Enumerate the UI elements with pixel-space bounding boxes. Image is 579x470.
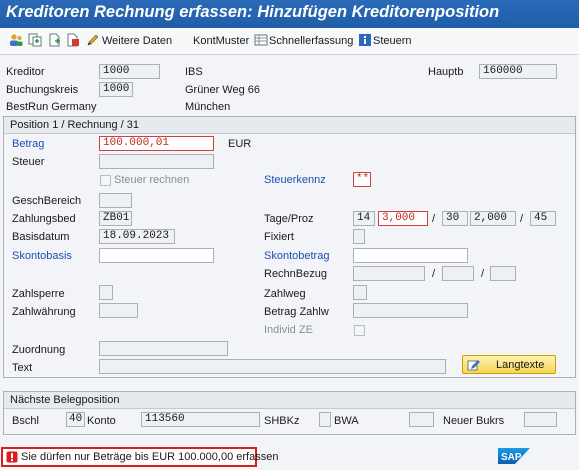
schnellerfassung-button[interactable]: Schnellerfassung (269, 35, 353, 47)
proz2-field[interactable]: 2,000 (470, 211, 516, 226)
kontmuster-button[interactable]: KontMuster (193, 35, 249, 47)
fixiert-label: Fixiert (264, 231, 294, 243)
kreditor-name: IBS (185, 66, 203, 78)
zahlweg-label: Zahlweg (264, 288, 306, 300)
individ-ze-checkbox[interactable] (354, 325, 365, 336)
bwa-label: BWA (334, 415, 359, 427)
zahlsperre-field[interactable] (99, 285, 113, 300)
kreditor-field[interactable]: 1000 (99, 64, 160, 79)
application-toolbar: Weitere Daten KontMuster Schnellerfassun… (0, 28, 579, 55)
people-icon[interactable] (9, 33, 23, 47)
skontobasis-label: Skontobasis (12, 250, 72, 262)
proz1-input[interactable]: 3,000 (378, 211, 428, 226)
hauptb-field[interactable]: 160000 (479, 64, 557, 79)
rechnbezug-field[interactable] (353, 266, 425, 281)
position-group-title: Position 1 / Rechnung / 31 (4, 117, 575, 134)
buchungskreis-field[interactable]: 1000 (99, 82, 133, 97)
steuern-button[interactable]: Steuern (373, 35, 412, 47)
konto-label: Konto (87, 415, 116, 427)
bwa-field[interactable] (409, 412, 434, 427)
skontobetrag-label: Skontobetrag (264, 250, 330, 262)
rechnbezug-year-field[interactable] (442, 266, 474, 281)
sap-logo: SAP (498, 448, 530, 464)
steuer-rechnen-label: Steuer rechnen (114, 174, 190, 186)
window-title: Kreditoren Rechnung erfassen: Hinzufügen… (6, 3, 500, 21)
vendor-street: Grüner Weg 66 (185, 84, 261, 96)
shbkz-field[interactable] (319, 412, 331, 427)
tage1-field[interactable]: 14 (353, 211, 375, 226)
text-label: Text (12, 362, 33, 374)
zuordnung-label: Zuordnung (12, 344, 66, 356)
copy-document-icon[interactable] (28, 33, 42, 47)
skontobasis-input[interactable] (99, 248, 214, 263)
steuer-rechnen-checkbox[interactable] (100, 175, 111, 186)
bschl-field[interactable]: 40 (66, 412, 85, 427)
error-icon (6, 451, 18, 463)
pencil-icon[interactable] (86, 33, 100, 47)
fixiert-field[interactable] (353, 229, 365, 244)
zahlwaehrung-label: Zahlwährung (12, 306, 76, 318)
betrag-zahlw-label: Betrag Zahlw (264, 306, 329, 318)
kreditor-label: Kreditor (6, 66, 45, 78)
next-item-group: Nächste Belegposition (3, 391, 576, 435)
konto-field[interactable]: 113560 (141, 412, 260, 427)
position-group: Position 1 / Rechnung / 31 (3, 116, 576, 378)
basisdatum-field[interactable]: 18.09.2023 (99, 229, 175, 244)
neuer-bukrs-field[interactable] (524, 412, 557, 427)
currency-label: EUR (228, 138, 252, 150)
zahlungsbed-label: Zahlungsbed (12, 213, 76, 225)
buchungskreis-label: Buchungskreis (6, 84, 79, 96)
tage2-field[interactable]: 30 (442, 211, 468, 226)
bschl-label: Bschl (12, 415, 39, 427)
geschbereich-field[interactable] (99, 193, 132, 208)
steuer-label: Steuer (12, 156, 45, 168)
zahlungsbed-field[interactable]: ZB01 (99, 211, 132, 226)
geschbereich-label: GeschBereich (12, 195, 82, 207)
langtexte-button-label: Langtexte (496, 359, 545, 371)
skontobetrag-input[interactable] (353, 248, 468, 263)
zuordnung-field[interactable] (99, 341, 228, 356)
rechnbezug-item-field[interactable] (490, 266, 516, 281)
betrag-zahlw-field[interactable] (353, 303, 468, 318)
shbkz-label: SHBKz (264, 415, 300, 427)
steuerkennz-input[interactable]: ** (353, 172, 371, 187)
zahlwaehrung-field[interactable] (99, 303, 138, 318)
rechnbezug-label: RechnBezug (264, 268, 327, 280)
betrag-input[interactable]: 100.000,01 (99, 136, 214, 151)
tage3-field[interactable]: 45 (530, 211, 556, 226)
status-bar[interactable]: Sie dürfen nur Beträge bis EUR 100.000,0… (1, 447, 278, 467)
next-item-group-title: Nächste Belegposition (4, 392, 575, 409)
steuer-field[interactable] (99, 154, 214, 169)
info-icon[interactable] (358, 33, 372, 47)
weitere-daten-button[interactable]: Weitere Daten (102, 35, 172, 47)
individ-ze-label: Individ ZE (264, 324, 313, 336)
slash-separator: / (432, 268, 436, 280)
new-document-icon[interactable] (48, 33, 62, 47)
company-name: BestRun Germany (6, 101, 97, 113)
slash-separator: / (481, 268, 485, 280)
title-bar: Kreditoren Rechnung erfassen: Hinzufügen… (0, 0, 579, 28)
steuerkennz-label: Steuerkennz (264, 174, 326, 186)
zahlweg-field[interactable] (353, 285, 367, 300)
langtexte-button[interactable]: Langtexte (462, 355, 556, 374)
status-message: Sie dürfen nur Beträge bis EUR 100.000,0… (21, 451, 279, 463)
svg-text:SAP: SAP (501, 452, 522, 463)
slash-separator: / (520, 213, 524, 225)
edit-text-icon (467, 360, 480, 371)
basisdatum-label: Basisdatum (12, 231, 70, 243)
slash-separator: / (432, 213, 436, 225)
fast-entry-icon[interactable] (254, 33, 268, 47)
neuer-bukrs-label: Neuer Bukrs (443, 415, 505, 427)
betrag-label: Betrag (12, 138, 45, 150)
vendor-city: München (185, 101, 231, 113)
hauptb-label: Hauptb (428, 66, 464, 78)
tage-proz-label: Tage/Proz (264, 213, 314, 225)
delete-document-icon[interactable] (66, 33, 80, 47)
text-field[interactable] (99, 359, 446, 374)
zahlsperre-label: Zahlsperre (12, 288, 65, 300)
